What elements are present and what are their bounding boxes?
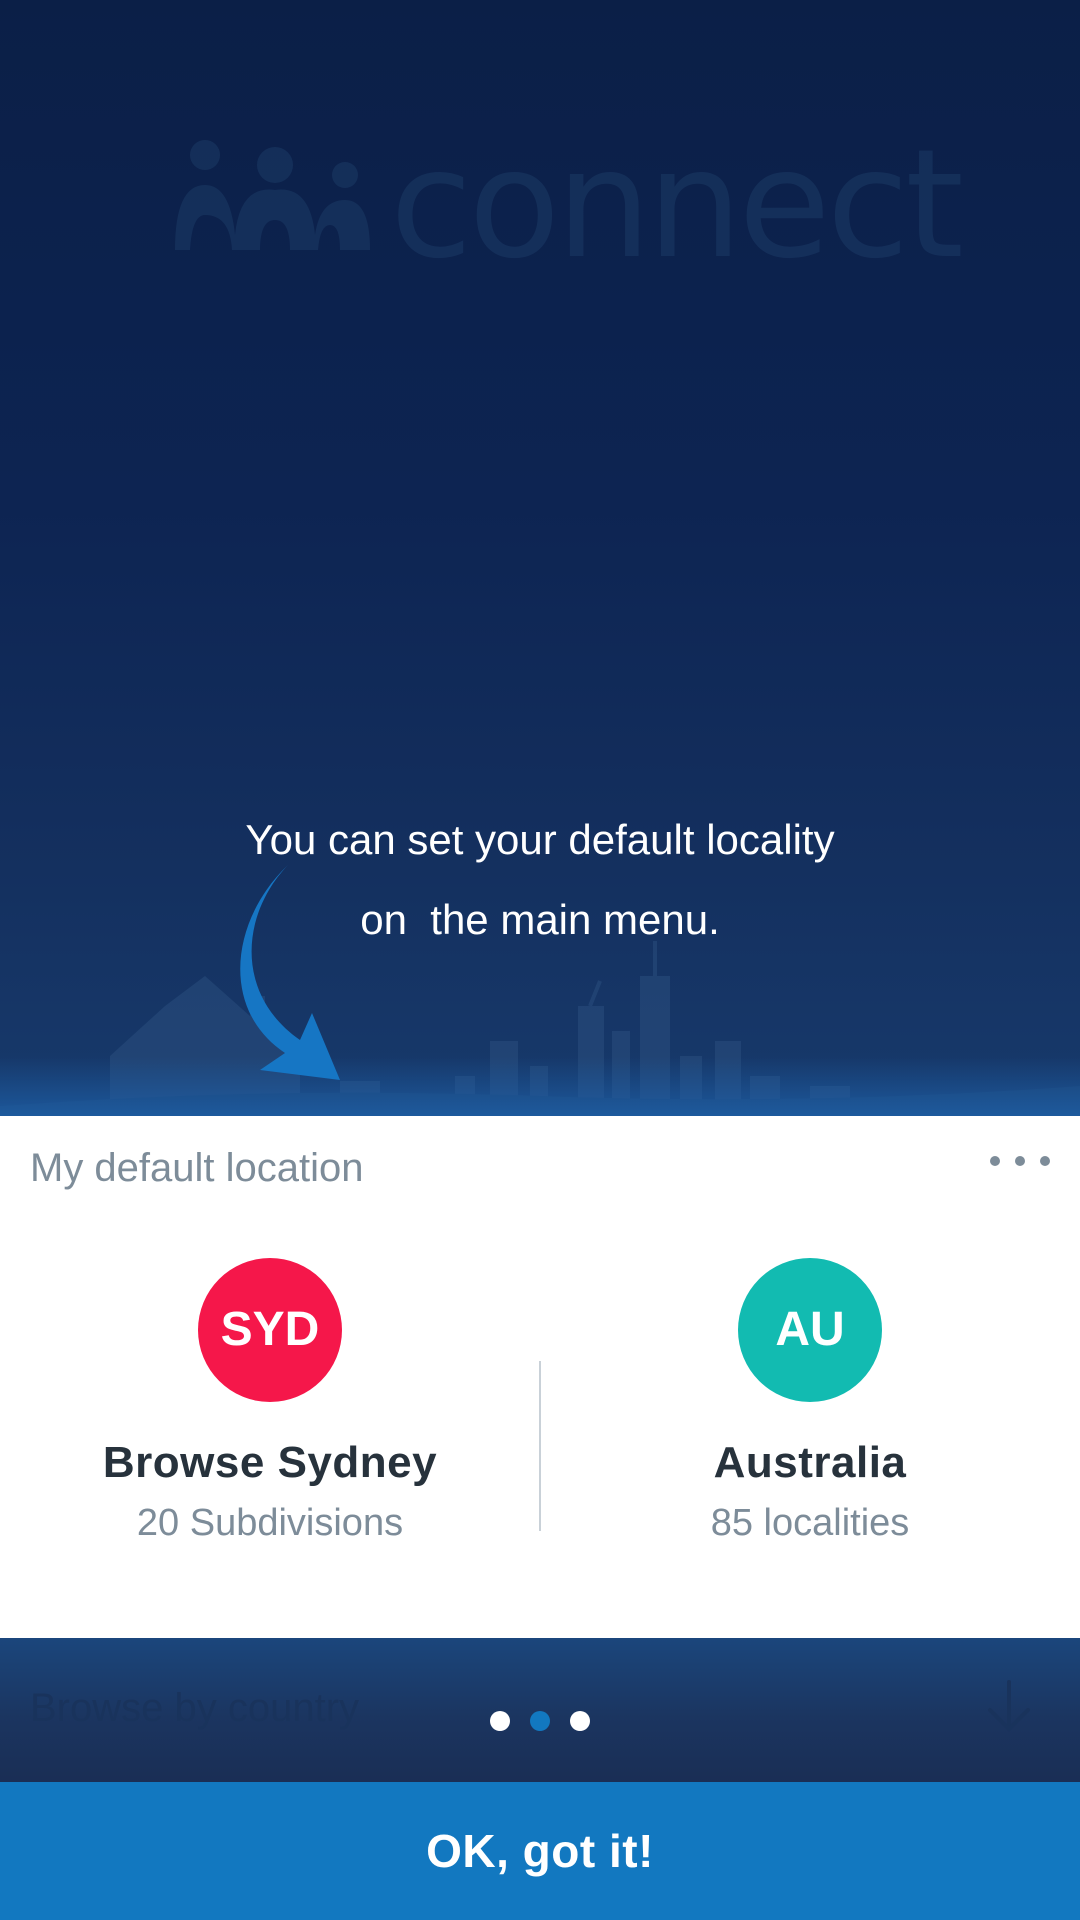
default-location-card: My default location SYD Browse Sydney 20…	[0, 1116, 1080, 1638]
location-subtitle: 20 Subdivisions	[136, 1502, 404, 1544]
people-logo-icon	[175, 140, 370, 250]
location-name: Australia	[713, 1438, 907, 1487]
australia-badge: AU	[738, 1258, 882, 1402]
more-dot	[990, 1156, 1000, 1166]
more-dot	[1015, 1156, 1025, 1166]
more-dot	[1040, 1156, 1050, 1166]
page-dot	[570, 1711, 590, 1731]
tip-line-2: on the main menu.	[360, 896, 720, 943]
page-indicator	[490, 1711, 590, 1733]
page-dot	[490, 1711, 510, 1731]
logo-wordmark: connect	[390, 118, 964, 292]
page-dot-active	[530, 1711, 550, 1731]
connect-logo: connect	[170, 130, 964, 280]
tip-line-1: You can set your default locality	[245, 816, 835, 863]
sydney-badge: SYD	[198, 1258, 342, 1402]
arrow-down-icon	[988, 1680, 1030, 1732]
ok-got-it-button[interactable]: OK, got it!	[0, 1782, 1080, 1920]
browse-by-country-label: Browse by country	[30, 1686, 360, 1730]
location-name: Browse Sydney	[102, 1438, 438, 1487]
curved-arrow-icon	[240, 865, 340, 1080]
card-title: My default location	[30, 1146, 364, 1190]
location-subtitle: 85 localities	[710, 1502, 910, 1544]
more-options-icon[interactable]	[990, 1146, 1050, 1176]
location-sydney[interactable]: SYD Browse Sydney 20 Subdivisions	[0, 1258, 540, 1545]
location-australia[interactable]: AU Australia 85 localities	[540, 1258, 1080, 1545]
tutorial-tip-text: You can set your default locality on the…	[0, 800, 1080, 960]
browse-by-country-row: Browse by country	[0, 1638, 1080, 1782]
horizon-glow	[0, 1056, 1080, 1116]
